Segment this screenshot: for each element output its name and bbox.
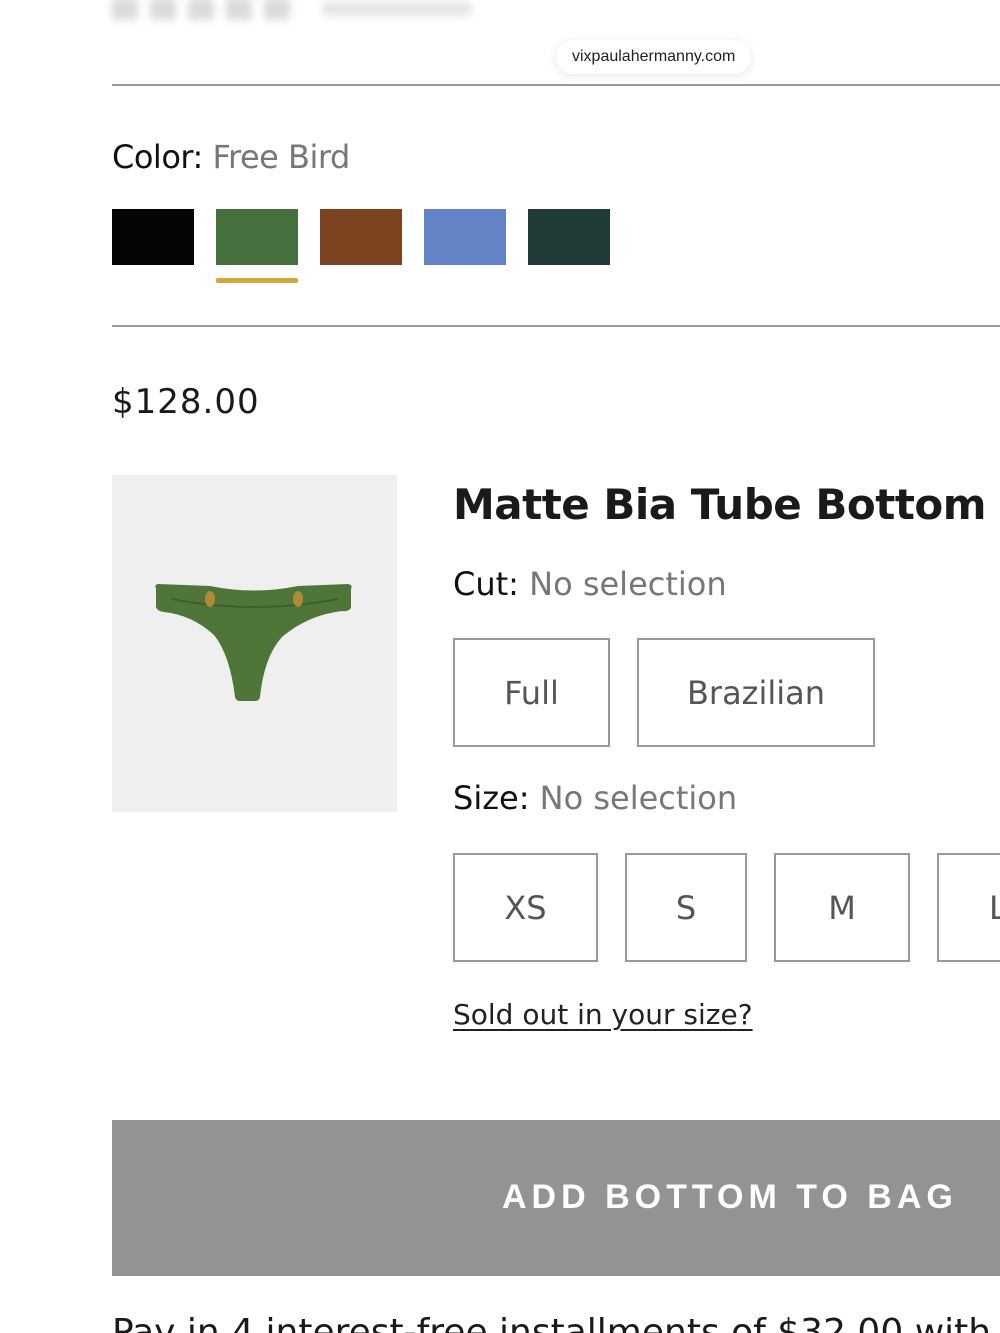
swatch-green[interactable] <box>216 209 298 283</box>
size-selection-label: Size: No selection <box>453 779 737 817</box>
product-thumbnail[interactable] <box>112 475 397 812</box>
size-option-s[interactable]: S <box>625 853 747 962</box>
swatch-brown[interactable] <box>320 209 402 265</box>
swatch-black[interactable] <box>112 209 194 265</box>
sold-out-link[interactable]: Sold out in your size? <box>453 998 753 1031</box>
swatch-blue[interactable] <box>424 209 506 265</box>
url-text: vixpaulahermanny.com <box>572 48 736 65</box>
star-icon <box>188 0 214 20</box>
swatch-dark-teal[interactable] <box>528 209 610 265</box>
size-option-l[interactable]: L <box>937 853 1000 962</box>
rating-row-blurred <box>112 0 472 24</box>
bikini-bottom-icon <box>155 584 352 701</box>
cut-label: Cut: <box>453 565 519 603</box>
add-to-bag-label: ADD BOTTOM TO BAG <box>502 1178 958 1216</box>
add-to-bag-button[interactable]: ADD BOTTOM TO BAG <box>112 1120 1000 1276</box>
size-option-m[interactable]: M <box>774 853 910 962</box>
cut-option-brazilian[interactable]: Brazilian <box>637 638 875 747</box>
cut-selection-label: Cut: No selection <box>453 565 727 603</box>
url-bar[interactable]: vixpaulahermanny.com <box>556 40 752 74</box>
color-swatches <box>112 209 610 283</box>
product-title: Matte Bia Tube Bottom <box>453 480 987 529</box>
color-selection-label: Color: Free Bird <box>112 138 350 176</box>
cut-option-full[interactable]: Full <box>453 638 610 747</box>
price: $128.00 <box>112 382 260 422</box>
star-icon <box>264 0 290 20</box>
size-value: No selection <box>539 779 738 817</box>
star-icon <box>150 0 176 20</box>
size-label: Size: <box>453 779 530 817</box>
installment-text: Pay in 4 interest-free installments of $… <box>112 1312 992 1333</box>
cut-value: No selection <box>529 565 727 603</box>
divider <box>112 325 1000 327</box>
star-icon <box>112 0 138 20</box>
product-page: vixpaulahermanny.com Color: Free Bird $1… <box>0 0 1000 1333</box>
size-option-xs[interactable]: XS <box>453 853 598 962</box>
star-icon <box>226 0 252 20</box>
color-value: Free Bird <box>212 138 350 176</box>
color-label: Color: <box>112 138 203 176</box>
divider <box>112 84 1000 86</box>
review-count-blurred <box>322 2 472 16</box>
